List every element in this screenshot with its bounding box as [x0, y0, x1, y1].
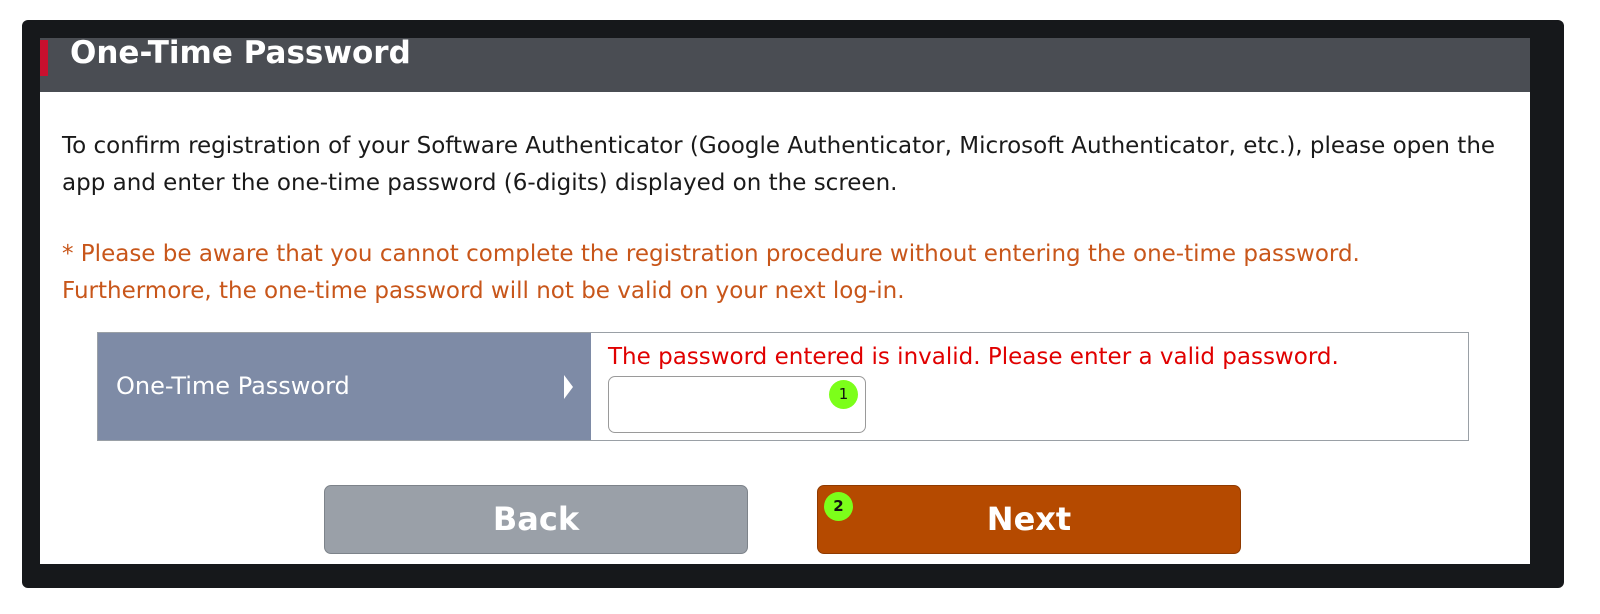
error-message: The password entered is invalid. Please …: [608, 344, 1339, 370]
next-button[interactable]: Next 2: [817, 485, 1241, 554]
form-value-cell: The password entered is invalid. Please …: [591, 333, 1468, 440]
intro-text: To confirm registration of your Software…: [62, 133, 1496, 196]
otp-input[interactable]: [608, 376, 866, 433]
page-title: One-Time Password: [70, 38, 411, 71]
triangle-right-icon: [564, 375, 573, 399]
annotation-badge-2: 2: [824, 492, 853, 521]
warning-text: * Please be aware that you cannot comple…: [62, 241, 1360, 304]
back-button[interactable]: Back: [324, 485, 748, 554]
form-label-cell: One-Time Password: [98, 333, 591, 440]
otp-panel: One-Time Password To confirm registratio…: [40, 38, 1530, 564]
header-accent-bar: [40, 40, 48, 76]
otp-field-label: One-Time Password: [116, 372, 350, 400]
next-button-label: Next: [986, 500, 1072, 538]
otp-form-row: One-Time Password The password entered i…: [97, 332, 1469, 441]
annotation-badge-1: 1: [829, 380, 858, 409]
header-bar: One-Time Password: [40, 38, 1530, 92]
